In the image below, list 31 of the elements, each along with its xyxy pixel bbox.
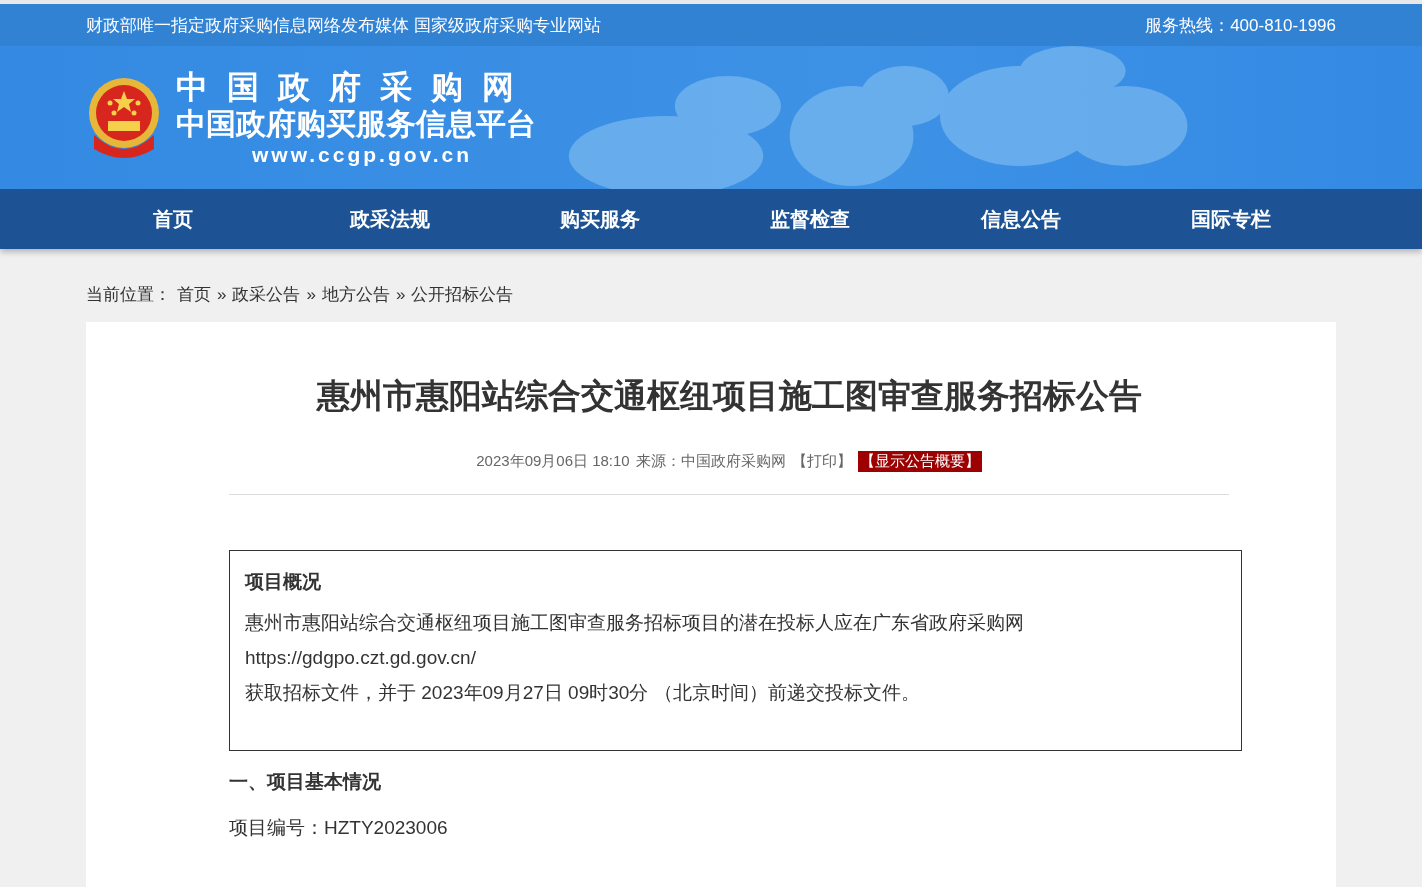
site-subtitle: 中国政府购买服务信息平台	[176, 105, 536, 142]
show-summary-button[interactable]: 【显示公告概要】	[857, 451, 982, 472]
project-field: 项目编号：HZTY2023006	[229, 815, 1242, 841]
overview-text: https://gdgpo.czt.gd.gov.cn/	[245, 646, 477, 670]
breadcrumb-separator: »	[395, 284, 406, 305]
overview-text: 获取招标文件，并于 2023年09月27日 09时30分 （北京时间）前递交投标文件。	[245, 681, 921, 705]
breadcrumb-separator: »	[217, 284, 227, 305]
breadcrumb-link[interactable]: 公开招标公告	[411, 283, 514, 306]
breadcrumb-link[interactable]: 首页	[177, 283, 211, 306]
overview-heading: 项目概况	[245, 570, 322, 594]
nav-link[interactable]: 政采法规	[285, 205, 496, 233]
nav-link[interactable]: 监督检查	[705, 205, 916, 233]
breadcrumb-separator: »	[306, 284, 316, 305]
site-title: 中国政府采购网	[176, 67, 534, 106]
nav-link[interactable]: 首页	[106, 205, 285, 233]
article-source: 来源：中国政府采购网	[635, 452, 786, 471]
section-heading: 一、项目基本情况	[229, 770, 382, 794]
article-title: 惠州市惠阳站综合交通枢纽项目施工图审查服务招标公告	[315, 376, 1143, 416]
overview-text: 惠州市惠阳站综合交通枢纽项目施工图审查服务招标项目的潜在投标人应在广东省政府采购网	[245, 611, 1025, 635]
breadcrumb-label: 当前位置：	[86, 284, 171, 306]
nav-link[interactable]: 信息公告	[915, 205, 1126, 233]
service-hotline: 服务热线：400-810-1996	[1145, 14, 1336, 37]
breadcrumb-link[interactable]: 地方公告	[321, 283, 390, 306]
breadcrumb-link[interactable]: 政采公告	[232, 283, 301, 306]
publish-date: 2023年09月06日 18:10	[476, 452, 630, 471]
national-emblem-icon	[86, 76, 162, 159]
nav-link[interactable]: 购买服务	[495, 205, 706, 233]
site-slogan: 财政部唯一指定政府采购信息网络发布媒体 国家级政府采购专业网站	[86, 14, 601, 37]
site-url: www.ccgp.gov.cn	[251, 141, 474, 168]
print-link[interactable]: 【打印】	[791, 452, 852, 471]
nav-link[interactable]: 国际专栏	[1125, 205, 1336, 233]
